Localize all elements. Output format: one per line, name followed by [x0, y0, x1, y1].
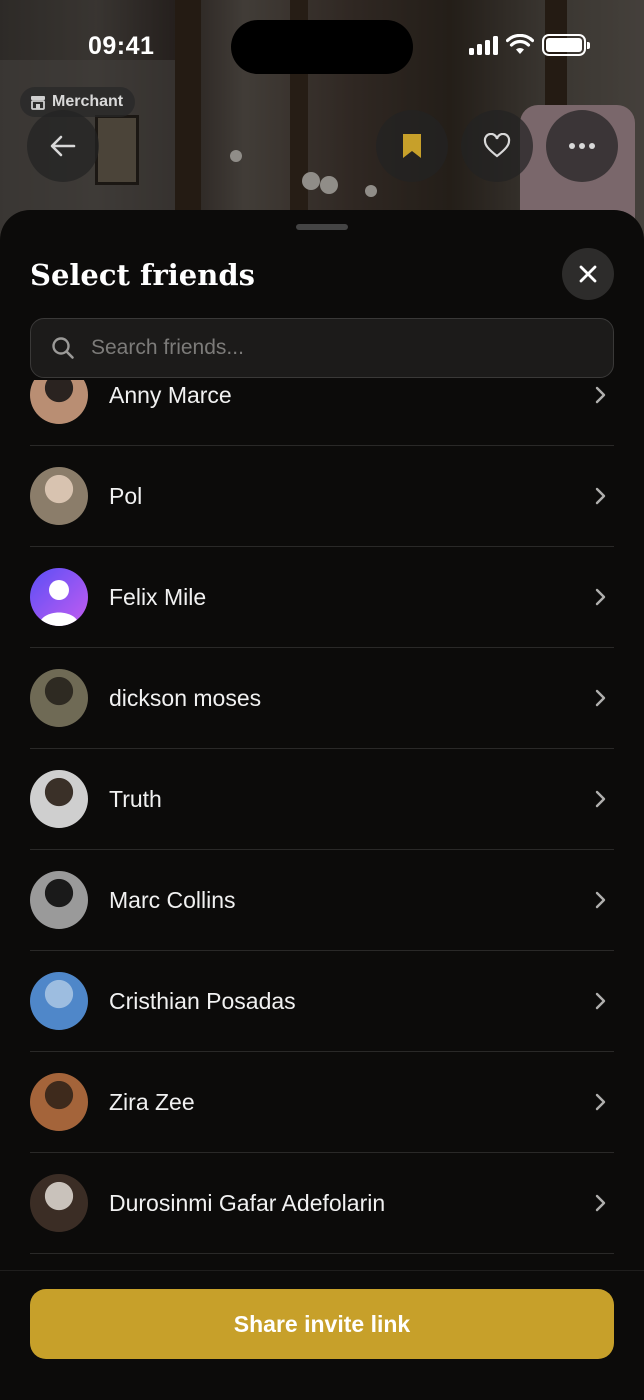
friend-name: Zira Zee — [109, 1088, 195, 1115]
friend-avatar — [30, 467, 88, 525]
chevron-right-icon — [590, 486, 610, 506]
friend-row[interactable]: Anny Marce — [30, 380, 614, 446]
sheet-grabber[interactable] — [296, 224, 348, 230]
close-icon — [579, 265, 597, 283]
friend-name: Marc Collins — [109, 886, 236, 913]
search-field[interactable] — [30, 318, 614, 378]
bookmark-button[interactable] — [376, 110, 448, 182]
chevron-right-icon — [590, 688, 610, 708]
friend-name: Pol — [109, 482, 143, 509]
friend-name: Cristhian Posadas — [109, 987, 296, 1014]
share-invite-link-button[interactable]: Share invite link — [30, 1289, 614, 1359]
friend-name: Felix Mile — [109, 583, 207, 610]
friend-name: Anny Marce — [109, 381, 232, 408]
friend-avatar — [30, 770, 88, 828]
back-arrow-icon — [50, 135, 76, 157]
sheet-footer: Share invite link — [0, 1270, 644, 1400]
chevron-right-icon — [590, 890, 610, 910]
chevron-right-icon — [590, 587, 610, 607]
friend-row[interactable]: Marc Collins — [30, 850, 614, 951]
friend-name: Truth — [109, 785, 162, 812]
status-time: 09:41 — [88, 32, 155, 60]
chevron-right-icon — [590, 1193, 610, 1213]
search-input[interactable] — [91, 336, 571, 360]
friend-avatar — [30, 1073, 88, 1131]
friend-row[interactable]: Cristhian Posadas — [30, 951, 614, 1052]
dynamic-island — [231, 20, 413, 74]
cellular-signal-icon — [469, 35, 498, 55]
friends-list: Anny Marce Pol Felix Mile dickson moses Trut… — [0, 380, 644, 1280]
merchant-label: Merchant — [52, 93, 124, 110]
friend-row[interactable]: Truth — [30, 749, 614, 850]
heart-icon — [483, 133, 511, 158]
friend-avatar — [30, 871, 88, 929]
friend-row[interactable]: Durosinmi Gafar Adefolarin — [30, 1153, 614, 1254]
select-friends-sheet: Select friends Anny Marce Pol Felix Mile di… — [0, 210, 644, 1400]
back-button[interactable] — [27, 110, 99, 182]
close-button[interactable] — [562, 248, 614, 300]
chevron-right-icon — [590, 385, 610, 405]
sheet-title: Select friends — [30, 258, 255, 292]
default-user-icon — [39, 580, 79, 626]
store-icon — [31, 96, 45, 110]
friend-avatar — [30, 972, 88, 1030]
friend-avatar — [30, 568, 88, 626]
friend-avatar — [30, 669, 88, 727]
friend-name: dickson moses — [109, 684, 262, 711]
friend-row[interactable]: Pol — [30, 446, 614, 547]
friend-row[interactable]: Zira Zee — [30, 1052, 614, 1153]
friend-row[interactable]: Felix Mile — [30, 547, 614, 648]
friend-row[interactable]: dickson moses — [30, 648, 614, 749]
friend-avatar — [30, 380, 88, 424]
chevron-right-icon — [590, 789, 610, 809]
more-icon — [569, 143, 595, 149]
chevron-right-icon — [590, 1092, 610, 1112]
favorite-button[interactable] — [461, 110, 533, 182]
chevron-right-icon — [590, 991, 610, 1011]
status-icons — [469, 34, 590, 56]
more-options-button[interactable] — [546, 110, 618, 182]
friend-name: Durosinmi Gafar Adefolarin — [109, 1189, 386, 1216]
bookmark-icon — [403, 134, 421, 158]
battery-icon — [542, 34, 590, 56]
wifi-icon — [506, 34, 534, 54]
search-icon — [52, 337, 74, 359]
friend-avatar — [30, 1174, 88, 1232]
